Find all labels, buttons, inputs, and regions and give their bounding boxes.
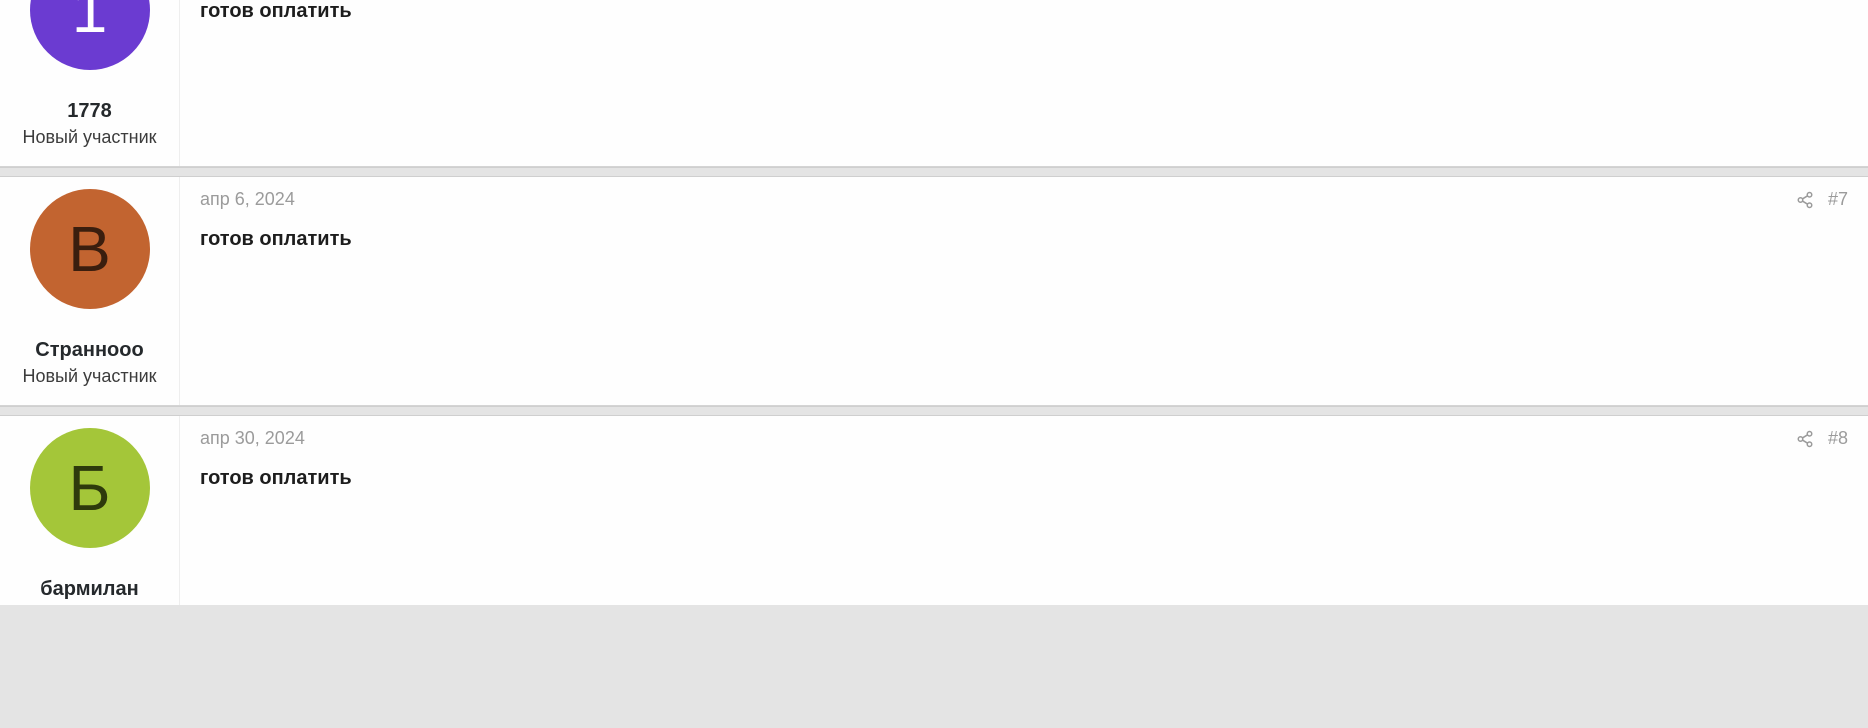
post-content: апр 30, 2024 #8 готов оплатить [180, 416, 1868, 605]
forum-post: В Страннооо Новый участник апр 6, 2024 #… [0, 177, 1868, 406]
post-body-text: готов оплатить [200, 467, 1848, 490]
post-meta: апр 6, 2024 #7 [200, 189, 1848, 210]
user-title: Новый участник [22, 127, 156, 148]
share-icon[interactable] [1796, 430, 1814, 448]
avatar-letter: Б [69, 456, 111, 520]
avatar-letter: 1 [72, 0, 108, 42]
forum-post: Б бармилан апр 30, 2024 #8 готов оплатит… [0, 416, 1868, 605]
post-body-text: готов оплатить [200, 0, 1848, 23]
post-separator [0, 406, 1868, 416]
avatar[interactable]: В [30, 189, 150, 309]
post-date[interactable]: апр 30, 2024 [200, 428, 305, 448]
username-link[interactable]: бармилан [40, 578, 138, 601]
share-icon[interactable] [1796, 191, 1814, 209]
user-title: Новый участник [22, 366, 156, 387]
forum-post: 1 1778 Новый участник готов оплатить [0, 0, 1868, 167]
post-date[interactable]: апр 6, 2024 [200, 189, 295, 209]
avatar-letter: В [68, 217, 111, 281]
username-link[interactable]: 1778 [67, 100, 112, 123]
avatar[interactable]: 1 [30, 0, 150, 70]
avatar[interactable]: Б [30, 428, 150, 548]
post-number-link[interactable]: #8 [1828, 428, 1848, 449]
post-number-link[interactable]: #7 [1828, 189, 1848, 210]
post-separator [0, 167, 1868, 177]
user-column: 1 1778 Новый участник [0, 0, 180, 166]
post-content: готов оплатить [180, 0, 1868, 166]
post-meta: апр 30, 2024 #8 [200, 428, 1848, 449]
post-body-text: готов оплатить [200, 228, 1848, 251]
user-column: В Страннооо Новый участник [0, 177, 180, 405]
user-column: Б бармилан [0, 416, 180, 605]
username-link[interactable]: Страннооо [35, 339, 143, 362]
post-content: апр 6, 2024 #7 готов оплатить [180, 177, 1868, 405]
